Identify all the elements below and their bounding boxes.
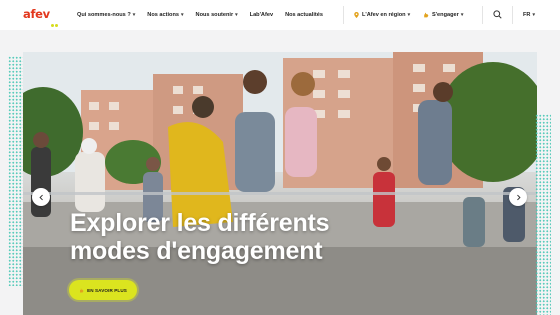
divider	[482, 6, 483, 24]
afev-logo[interactable]: afev	[23, 7, 50, 21]
learn-more-button[interactable]: EN SAVOIR PLUS	[69, 280, 137, 300]
hand-icon	[424, 12, 429, 18]
chevron-down-icon: ▾	[460, 12, 464, 18]
nav-item-label: Lab'Afev	[249, 12, 274, 18]
region-label: L'Afev en région	[362, 12, 406, 18]
nav-item-lab-afev[interactable]: Lab'Afev	[250, 12, 273, 18]
hero-title-line: modes d'engagement	[70, 237, 323, 265]
site-header: afev Qui sommes-nous ? ▾ Nos actions ▾ Nou…	[0, 0, 560, 31]
location-pin-icon	[354, 12, 359, 18]
decorative-dots	[535, 114, 551, 315]
learn-more-label: EN SAVOIR PLUS	[87, 287, 127, 293]
chevron-down-icon: ▾	[181, 12, 184, 18]
chevron-down-icon: ▾	[532, 12, 535, 18]
carousel-prev-button[interactable]	[32, 188, 50, 206]
chevron-down-icon: ▾	[235, 12, 238, 18]
nav-item-label: Nous soutenir	[195, 12, 234, 18]
chevron-right-icon	[516, 194, 521, 200]
nav-item-label: Nos actualités	[285, 12, 323, 18]
chevron-down-icon: ▾	[407, 12, 411, 18]
chevron-left-icon	[38, 194, 43, 200]
language-selector[interactable]: FR ▾	[523, 0, 535, 30]
logo-dots	[51, 14, 59, 27]
hand-icon	[80, 288, 84, 292]
hero-title-line: Explorer les différents	[70, 209, 330, 237]
carousel-next-button[interactable]	[509, 188, 527, 206]
engage-link[interactable]: S'engager ▾	[423, 0, 463, 30]
nav-item-qui-sommes-nous[interactable]: Qui sommes-nous ? ▾	[77, 12, 135, 18]
hero-photo	[23, 52, 537, 315]
decorative-dots	[8, 56, 24, 286]
engage-label: S'engager	[432, 12, 459, 18]
nav-item-label: Qui sommes-nous ?	[77, 12, 131, 18]
logo-text: afev	[23, 7, 50, 21]
divider	[343, 6, 344, 24]
nav-item-nos-actions[interactable]: Nos actions ▾	[147, 12, 183, 18]
nav-item-nous-soutenir[interactable]: Nous soutenir ▾	[196, 12, 238, 18]
nav-item-label: Nos actions	[147, 12, 180, 18]
hero-image	[23, 52, 537, 315]
divider	[512, 6, 513, 24]
region-link[interactable]: L'Afev en région ▾	[354, 0, 410, 30]
nav-item-nos-actualites[interactable]: Nos actualités	[285, 12, 323, 18]
search-icon[interactable]	[493, 10, 502, 19]
hero-title: Explorer les différents modes d'engageme…	[70, 209, 400, 265]
main-nav: Qui sommes-nous ? ▾ Nos actions ▾ Nous sou…	[77, 0, 335, 30]
chevron-down-icon: ▾	[132, 12, 136, 18]
language-label: FR	[523, 12, 531, 18]
